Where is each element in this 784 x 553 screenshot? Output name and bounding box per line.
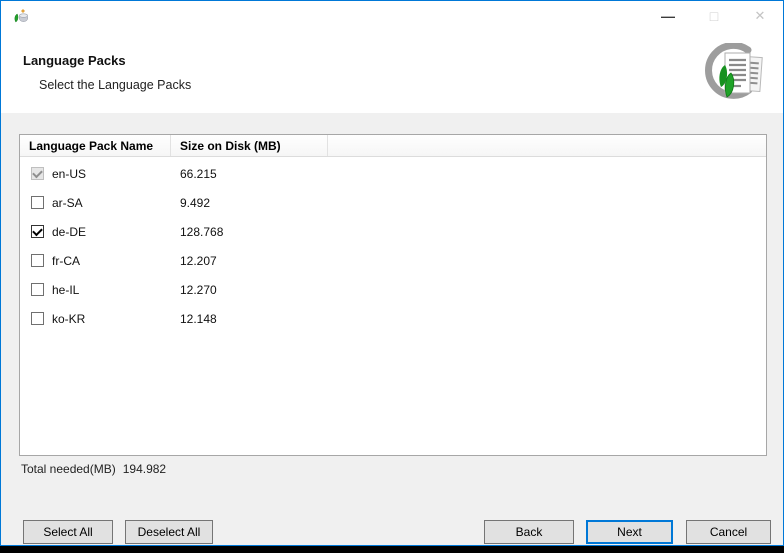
language-packs-window: — □ ✕ Language Packs Select the Language…: [0, 0, 784, 546]
table-row: ko-KR 12.148: [20, 304, 766, 333]
language-size: 66.215: [180, 167, 217, 181]
table-row: ar-SA 9.492: [20, 188, 766, 217]
deselect-all-button[interactable]: Deselect All: [125, 520, 213, 544]
row-checkbox-he-IL[interactable]: [31, 283, 44, 296]
table-row: de-DE 128.768: [20, 217, 766, 246]
column-header-empty: [328, 135, 766, 156]
table-row: he-IL 12.270: [20, 275, 766, 304]
row-checkbox-de-DE[interactable]: [31, 225, 44, 238]
language-name: ko-KR: [52, 312, 180, 326]
minimize-icon[interactable]: —: [645, 1, 691, 31]
screen: — □ ✕ Language Packs Select the Language…: [0, 0, 784, 553]
language-name: de-DE: [52, 225, 180, 239]
header: Language Packs Select the Language Packs: [1, 31, 783, 113]
row-checkbox-en-US: [31, 167, 44, 180]
table-header: Language Pack Name Size on Disk (MB): [20, 135, 766, 157]
table-row: en-US 66.215: [20, 159, 766, 188]
language-size: 128.768: [180, 225, 223, 239]
total-needed-label: Total needed(MB): [21, 462, 116, 476]
back-button[interactable]: Back: [484, 520, 574, 544]
row-checkbox-ar-SA[interactable]: [31, 196, 44, 209]
window-controls: — □ ✕: [645, 1, 783, 31]
language-name: fr-CA: [52, 254, 180, 268]
language-size: 12.148: [180, 312, 217, 326]
column-header-size[interactable]: Size on Disk (MB): [171, 135, 328, 156]
total-needed: Total needed(MB) 194.982: [21, 462, 166, 476]
column-header-name[interactable]: Language Pack Name: [20, 135, 171, 156]
app-icon: [13, 8, 29, 24]
language-size: 12.270: [180, 283, 217, 297]
body: Language Pack Name Size on Disk (MB) en-…: [1, 113, 783, 545]
language-name: en-US: [52, 167, 180, 181]
total-needed-value: 194.982: [123, 462, 166, 476]
language-name: ar-SA: [52, 196, 180, 210]
close-icon[interactable]: ✕: [737, 1, 783, 31]
page-title: Language Packs: [23, 53, 126, 68]
language-size: 9.492: [180, 196, 210, 210]
table-rows: en-US 66.215 ar-SA 9.492 de-DE 128.768: [20, 157, 766, 333]
select-all-button[interactable]: Select All: [23, 520, 113, 544]
deployment-tool-logo-icon: [701, 43, 767, 105]
language-size: 12.207: [180, 254, 217, 268]
titlebar: — □ ✕: [1, 1, 783, 31]
next-button[interactable]: Next: [586, 520, 673, 544]
page-subtitle: Select the Language Packs: [39, 78, 191, 92]
cancel-button[interactable]: Cancel: [686, 520, 771, 544]
language-pack-table: Language Pack Name Size on Disk (MB) en-…: [19, 134, 767, 456]
table-row: fr-CA 12.207: [20, 246, 766, 275]
maximize-icon: □: [691, 1, 737, 31]
row-checkbox-fr-CA[interactable]: [31, 254, 44, 267]
row-checkbox-ko-KR[interactable]: [31, 312, 44, 325]
language-name: he-IL: [52, 283, 180, 297]
